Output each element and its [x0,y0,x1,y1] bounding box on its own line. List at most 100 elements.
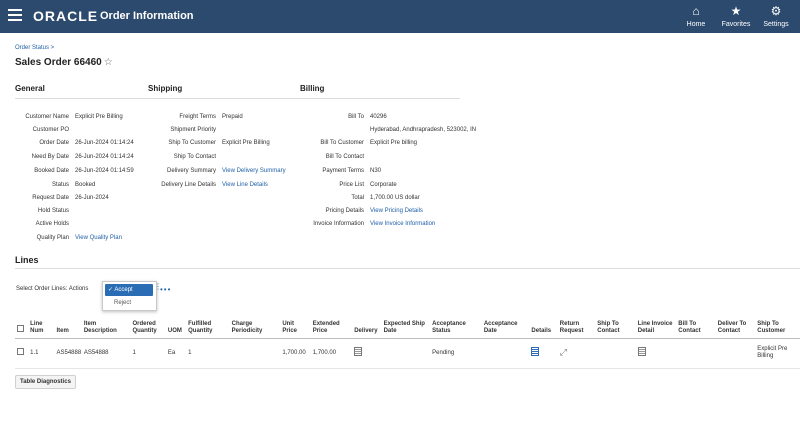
charge-periodicity-cell [229,338,281,369]
delivery-summary-label: Delivery Summary [166,168,216,174]
col-return-request[interactable]: Return Request [557,300,596,339]
view-quality-plan-link[interactable]: View Quality Plan [75,235,122,242]
extended-price-cell: 1,700.00 [310,338,353,369]
col-charge-periodicity[interactable]: Charge Periodicity [229,300,281,339]
hold-status-label: Hold Status [37,208,69,214]
delivery-cell [352,338,382,369]
bill-to-address: Hyderabad, Andhrapradesh, 523002, IN [370,127,477,133]
need-by-date-label: Need By Date [31,154,69,160]
return-request-icon[interactable]: ⤢ [560,347,567,357]
bill-to-label: Bill To [348,114,364,120]
payment-terms-label: Payment Terms [322,168,364,174]
status-value: Booked [75,182,96,188]
customer-po-label: Customer PO [32,127,69,133]
table-diagnostics-button[interactable]: Table Diagnostics [15,375,76,389]
col-acceptance-date[interactable]: Acceptance Date [481,300,530,339]
freight-terms-label: Freight Terms [179,114,216,120]
booked-date-value: 26-Jun-2024 01:14:59 [75,168,134,174]
table-row[interactable]: 1.1 AS54888 AS54888 1 Ea 1 1,700.00 1,70… [15,338,800,369]
col-line-num[interactable]: Line Num [28,300,55,339]
line-num-cell: 1.1 [28,338,55,369]
expected-ship-date-cell [381,338,431,369]
col-delivery[interactable]: Delivery [352,300,382,339]
favorite-star-icon[interactable]: ☆ [104,57,113,68]
quality-plan-label: Quality Plan [36,235,69,241]
customer-name-value: Explicit Pre Billing [75,114,123,120]
shipment-priority-label: Shipment Priority [170,127,216,133]
page-title: Sales Order 66460 ☆ [15,57,113,68]
col-item-description[interactable]: Item Description [81,300,131,339]
item-cell: AS54888 [54,338,82,369]
ship-to-contact-label: Ship To Contact [173,154,216,160]
col-uom[interactable]: UOM [165,300,187,339]
details-icon[interactable] [531,347,540,356]
bill-to-customer-value: Explicit Pre billing [370,140,418,146]
view-pricing-details-link[interactable]: View Pricing Details [370,208,423,215]
select-all-checkbox[interactable] [17,324,24,332]
view-delivery-summary-link[interactable]: View Delivery Summary [222,168,286,175]
uom-cell: Ea [165,338,187,369]
ordered-quantity-cell: 1 [130,338,166,369]
col-acceptance-status[interactable]: Acceptance Status [430,300,482,339]
ship-to-customer-cell: Explicit Pre Billing [755,338,800,369]
col-line-invoice-detail[interactable]: Line Invoice Detail [635,300,677,339]
total-label: Total [351,195,364,201]
view-invoice-information-link[interactable]: View Invoice Information [370,221,435,228]
col-unit-price[interactable]: Unit Price [280,300,311,339]
shipping-section-title: Shipping [148,84,183,93]
customer-name-label: Customer Name [25,114,69,120]
oracle-logo: ORACLE [33,8,99,24]
invoice-detail-icon[interactable] [637,347,646,356]
line-invoice-detail-cell [635,338,677,369]
fulfilled-quantity-cell: 1 [186,338,230,369]
settings-button[interactable]: ⚙ Settings [756,3,796,28]
delivery-line-details-label: Delivery Line Details [161,182,216,188]
acceptance-status-cell: Pending [430,338,482,369]
star-icon: ★ [730,4,742,18]
col-ship-to-contact[interactable]: Ship To Contact [595,300,636,339]
col-extended-price[interactable]: Extended Price [310,300,353,339]
unit-price-cell: 1,700.00 [280,338,311,369]
col-ordered-quantity[interactable]: Ordered Quantity [130,300,166,339]
active-holds-label: Active Holds [35,221,69,227]
bill-to-contact-cell [676,338,716,369]
delivery-details-icon[interactable] [354,347,363,356]
lines-divider [15,268,800,269]
total-value: 1,700.00 US dollar [370,195,420,201]
accept-menu-item[interactable]: ✓ Accept [105,284,153,296]
request-date-value: 26-Jun-2024 [75,195,109,201]
col-expected-ship-date[interactable]: Expected Ship Date [381,300,431,339]
section-divider [15,98,460,99]
lines-section-title: Lines [15,255,39,265]
need-by-date-value: 26-Jun-2024 01:14:24 [75,154,134,160]
details-cell [529,338,558,369]
select-all-header[interactable] [15,300,29,339]
freight-terms-value: Prepaid [222,114,243,120]
invoice-information-label: Invoice Information [313,221,364,227]
acceptance-date-cell [481,338,530,369]
col-fulfilled-quantity[interactable]: Fulfilled Quantity [186,300,230,339]
col-deliver-to-contact[interactable]: Deliver To Contact [715,300,756,339]
item-description-cell: AS54888 [81,338,131,369]
price-list-value: Corporate [370,182,397,188]
more-actions-icon[interactable]: ••• [160,285,171,294]
home-button[interactable]: ⌂ Home [676,3,716,28]
top-banner: ORACLE Order Information ⌂ Home ★ Favori… [0,0,800,33]
menu-icon[interactable] [8,9,22,21]
price-list-label: Price List [339,182,364,188]
ship-to-contact-cell [595,338,636,369]
row-checkbox[interactable] [17,348,24,355]
order-date-label: Order Date [39,140,69,146]
col-item[interactable]: Item [54,300,82,339]
app-title: Order Information [100,10,194,22]
col-bill-to-contact[interactable]: Bill To Contact [676,300,716,339]
bill-to-value: 40296 [370,114,387,120]
view-line-details-link[interactable]: View Line Details [222,182,268,189]
general-section-title: General [15,84,45,93]
col-details[interactable]: Details [529,300,558,339]
favorites-button[interactable]: ★ Favorites [716,3,756,28]
ship-to-customer-value: Explicit Pre Billing [222,140,270,146]
breadcrumb[interactable]: Order Status > [15,45,54,51]
bill-to-customer-label: Bill To Customer [320,140,364,146]
col-ship-to-customer[interactable]: Ship To Customer [755,300,800,339]
